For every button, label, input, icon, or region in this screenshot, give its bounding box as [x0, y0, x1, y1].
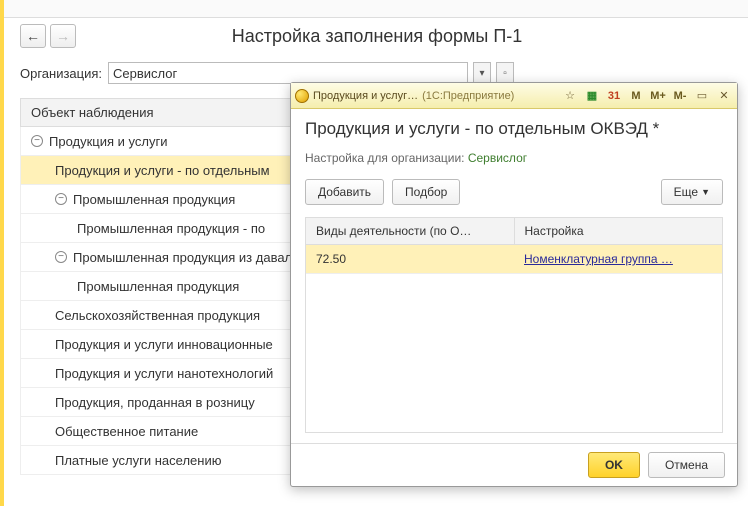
modal-heading: Продукция и услуги - по отдельным ОКВЭД … [305, 119, 723, 139]
modal-title-text: Продукция и услуг… [313, 90, 418, 102]
modal-table: Виды деятельности (по О… Настройка 72.50… [305, 217, 723, 433]
pick-button[interactable]: Подбор [392, 179, 460, 205]
memory-mminus-button[interactable]: M- [671, 87, 689, 105]
title-bar: ← → Настройка заполнения формы П-1 [0, 18, 748, 58]
left-accent-bar [0, 0, 4, 506]
tree-label: Продукция и услуги инновационные [55, 337, 273, 352]
modal-sub-value: Сервислог [468, 151, 527, 165]
organization-open-button[interactable]: ▫ [496, 62, 514, 84]
memory-m-button[interactable]: M [627, 87, 645, 105]
tree-expander-icon[interactable]: − [55, 193, 67, 205]
tree-expander-icon[interactable]: − [31, 135, 43, 147]
nav-back-button[interactable]: ← [20, 24, 46, 48]
app-icon [295, 89, 309, 103]
close-icon[interactable]: ✕ [715, 87, 733, 105]
modal-toolbar: Добавить Подбор Еще ▼ [305, 179, 723, 205]
page-title: Настройка заполнения формы П-1 [86, 26, 728, 47]
modal-sub-label: Настройка для организации: [305, 151, 465, 165]
tree-label: Продукция и услуги [49, 134, 167, 149]
nav-forward-button[interactable]: → [50, 24, 76, 48]
cancel-button[interactable]: Отмена [648, 452, 725, 478]
tree-label: Промышленная продукция - по [77, 221, 265, 236]
table-header: Виды деятельности (по О… Настройка [306, 218, 722, 245]
organization-value: Сервислог [113, 66, 177, 81]
top-ruler [0, 0, 748, 18]
memory-mplus-button[interactable]: M+ [649, 87, 667, 105]
table-body: 72.50 Номенклатурная группа … [306, 245, 722, 432]
tree-label: Общественное питание [55, 424, 198, 439]
tree-label: Платные услуги населению [55, 453, 221, 468]
ok-button[interactable]: OK [588, 452, 640, 478]
organization-label: Организация: [20, 66, 102, 81]
tree-label: Продукция и услуги нанотехнологий [55, 366, 273, 381]
table-row[interactable]: 72.50 Номенклатурная группа … [306, 245, 722, 274]
tree-label: Промышленная продукция [73, 192, 235, 207]
modal-titlebar: Продукция и услуг… (1С:Предприятие) ☆ ▦ … [291, 83, 737, 109]
organization-input[interactable]: Сервислог [108, 62, 468, 84]
table-header-setting[interactable]: Настройка [515, 218, 723, 244]
calculator-icon[interactable]: ▦ [583, 87, 601, 105]
modal-subheading: Настройка для организации: Сервислог [305, 151, 723, 165]
modal-title-subtext: (1С:Предприятие) [422, 90, 514, 102]
add-button[interactable]: Добавить [305, 179, 384, 205]
calendar-icon[interactable]: 31 [605, 87, 623, 105]
tree-label: Сельскохозяйственная продукция [55, 308, 260, 323]
nav-buttons: ← → [20, 24, 76, 48]
modal-body: Продукция и услуги - по отдельным ОКВЭД … [291, 109, 737, 443]
more-button[interactable]: Еще ▼ [661, 179, 723, 205]
table-cell-setting-link[interactable]: Номенклатурная группа … [514, 245, 722, 273]
modal-window: Продукция и услуг… (1С:Предприятие) ☆ ▦ … [290, 82, 738, 487]
tree-label: Продукция и услуги - по отдельным [55, 163, 270, 178]
tree-label: Продукция, проданная в розницу [55, 395, 255, 410]
favorite-icon[interactable]: ☆ [561, 87, 579, 105]
tree-expander-icon[interactable]: − [55, 251, 67, 263]
tree-label: Промышленная продукция [77, 279, 239, 294]
table-cell-activity: 72.50 [306, 245, 514, 273]
minimize-icon[interactable]: ▭ [693, 87, 711, 105]
organization-dropdown-button[interactable]: ▾ [473, 62, 491, 84]
table-header-activity[interactable]: Виды деятельности (по О… [306, 218, 515, 244]
more-button-label: Еще [674, 185, 698, 199]
modal-footer: OK Отмена [291, 443, 737, 486]
chevron-down-icon: ▼ [701, 187, 710, 197]
